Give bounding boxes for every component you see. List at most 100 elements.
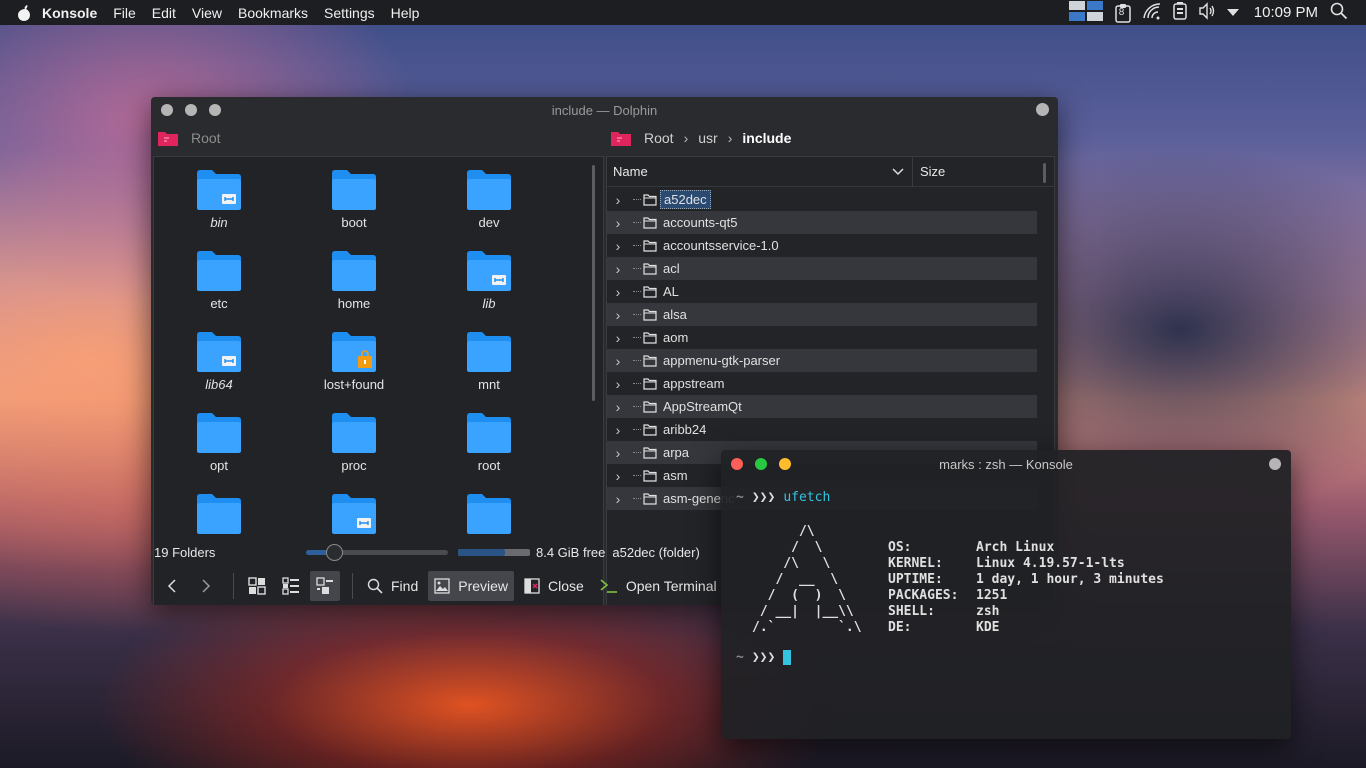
tray-expand-icon[interactable] <box>1226 5 1240 20</box>
expand-chevron-icon[interactable]: › <box>611 307 625 323</box>
expand-chevron-icon[interactable]: › <box>611 284 625 300</box>
table-row[interactable]: › appstream <box>607 372 1037 395</box>
preview-button[interactable]: Preview <box>428 571 515 601</box>
expand-chevron-icon[interactable]: › <box>611 468 625 484</box>
folder-item-label: boot <box>341 215 367 230</box>
expand-chevron-icon[interactable]: › <box>611 399 625 415</box>
folder-icon <box>332 251 376 291</box>
breadcrumb-root[interactable]: Root <box>644 130 674 146</box>
expand-chevron-icon[interactable]: › <box>611 215 625 231</box>
folder-item-lib64[interactable]: lib64 <box>164 331 274 411</box>
active-app-name[interactable]: Konsole <box>42 5 97 21</box>
folder-item-home[interactable]: home <box>299 250 409 330</box>
close-split-button[interactable]: Close <box>518 571 590 601</box>
table-row[interactable]: › appmenu-gtk-parser <box>607 349 1037 372</box>
prompt-arrows: ❯❯❯ <box>751 489 776 505</box>
folder-item-label: home <box>337 296 371 311</box>
system-info-value: zsh <box>976 604 1000 619</box>
konsole-minimize-button[interactable] <box>779 458 791 470</box>
forward-button[interactable] <box>191 571 221 601</box>
folder-outline-icon <box>643 331 657 344</box>
folder-item-root[interactable]: root <box>434 412 544 492</box>
table-row[interactable]: › alsa <box>607 303 1037 326</box>
icons-view-button[interactable] <box>242 571 272 601</box>
expand-chevron-icon[interactable]: › <box>611 238 625 254</box>
left-scrollbar[interactable] <box>592 165 595 401</box>
left-pane-location[interactable]: Root <box>157 123 601 153</box>
folder-item-dev[interactable]: dev <box>434 169 544 249</box>
menu-file[interactable]: File <box>113 5 136 21</box>
left-icon-view[interactable]: bin boot dev etc home lib lib64 lost+found mnt op… <box>153 156 604 605</box>
expand-chevron-icon[interactable]: › <box>611 192 625 208</box>
kde-logo-icon[interactable] <box>14 3 34 23</box>
dolphin-window-title: include — Dolphin <box>551 102 658 118</box>
menu-bookmarks[interactable]: Bookmarks <box>238 5 308 21</box>
table-row[interactable]: › a52dec <box>607 188 1037 211</box>
table-row[interactable]: › accounts-qt5 <box>607 211 1037 234</box>
expand-chevron-icon[interactable]: › <box>611 491 625 507</box>
folder-icon <box>467 494 511 534</box>
folder-item-label: dev <box>478 215 500 230</box>
clock[interactable]: 10:09 PM <box>1254 4 1318 21</box>
virtual-desktops-icon[interactable] <box>1068 0 1104 25</box>
system-info-key: KERNEL: <box>888 556 943 571</box>
menu-edit[interactable]: Edit <box>152 5 176 21</box>
table-row[interactable]: › AL <box>607 280 1037 303</box>
expand-chevron-icon[interactable]: › <box>611 422 625 438</box>
details-view-button[interactable] <box>310 571 340 601</box>
expand-chevron-icon[interactable]: › <box>611 261 625 277</box>
breadcrumb-separator-icon[interactable]: › <box>684 130 689 146</box>
expand-chevron-icon[interactable]: › <box>611 353 625 369</box>
close-window-button[interactable] <box>161 104 173 116</box>
minimize-window-button[interactable] <box>185 104 197 116</box>
compact-view-button[interactable] <box>276 571 306 601</box>
folder-item-lost-found[interactable]: lost+found <box>299 331 409 411</box>
zoom-slider-handle[interactable] <box>326 543 344 561</box>
column-name[interactable]: Name <box>607 157 913 187</box>
prompt-line: ~ ❯❯❯ ufetch <box>736 486 830 508</box>
sort-chevron-down-icon[interactable] <box>892 167 904 176</box>
konsole-window-menu-button[interactable] <box>1269 458 1281 470</box>
expand-chevron-icon[interactable]: › <box>611 376 625 392</box>
folder-item-lib[interactable]: lib <box>434 250 544 330</box>
expand-chevron-icon[interactable]: › <box>611 330 625 346</box>
window-menu-button[interactable] <box>1036 103 1049 116</box>
menu-help[interactable]: Help <box>391 5 420 21</box>
breadcrumb-include[interactable]: include <box>742 130 791 146</box>
right-scrollbar[interactable] <box>1043 163 1046 183</box>
table-row[interactable]: › aom <box>607 326 1037 349</box>
breadcrumb-usr[interactable]: usr <box>698 130 717 146</box>
wifi-icon[interactable] <box>1142 2 1162 23</box>
image-preview-icon <box>434 578 450 594</box>
table-row[interactable]: › acl <box>607 257 1037 280</box>
open-terminal-button[interactable]: Open Terminal <box>594 571 723 601</box>
text-cursor <box>783 649 792 665</box>
menu-view[interactable]: View <box>192 5 222 21</box>
volume-icon[interactable] <box>1198 2 1216 23</box>
back-button[interactable] <box>157 571 187 601</box>
folder-item-etc[interactable]: etc <box>164 250 274 330</box>
column-size[interactable]: Size <box>913 164 945 179</box>
folder-item-bin[interactable]: bin <box>164 169 274 249</box>
terminal-output[interactable]: ~ ❯❯❯ ufetch /\ / \ /\ \ / __ \ / ( ) \ … <box>736 486 1164 665</box>
table-row[interactable]: › aribb24 <box>607 418 1037 441</box>
konsole-close-button[interactable] <box>731 458 743 470</box>
find-button[interactable]: Find <box>361 571 424 601</box>
search-icon[interactable] <box>1330 2 1348 23</box>
breadcrumb-separator-icon[interactable]: › <box>728 130 733 146</box>
dolphin-titlebar[interactable]: include — Dolphin <box>151 97 1058 123</box>
clipboard-badge-icon[interactable]: 8 <box>1114 3 1132 23</box>
folder-item-proc[interactable]: proc <box>299 412 409 492</box>
maximize-window-button[interactable] <box>209 104 221 116</box>
folder-item-opt[interactable]: opt <box>164 412 274 492</box>
table-row[interactable]: › AppStreamQt <box>607 395 1037 418</box>
expand-chevron-icon[interactable]: › <box>611 445 625 461</box>
konsole-titlebar[interactable]: marks : zsh — Konsole <box>721 450 1291 478</box>
konsole-maximize-button[interactable] <box>755 458 767 470</box>
folder-item-boot[interactable]: boot <box>299 169 409 249</box>
battery-icon[interactable] <box>1172 1 1188 24</box>
menu-settings[interactable]: Settings <box>324 5 375 21</box>
table-row[interactable]: › accountsservice-1.0 <box>607 234 1037 257</box>
zoom-slider[interactable] <box>306 543 448 561</box>
folder-item-mnt[interactable]: mnt <box>434 331 544 411</box>
